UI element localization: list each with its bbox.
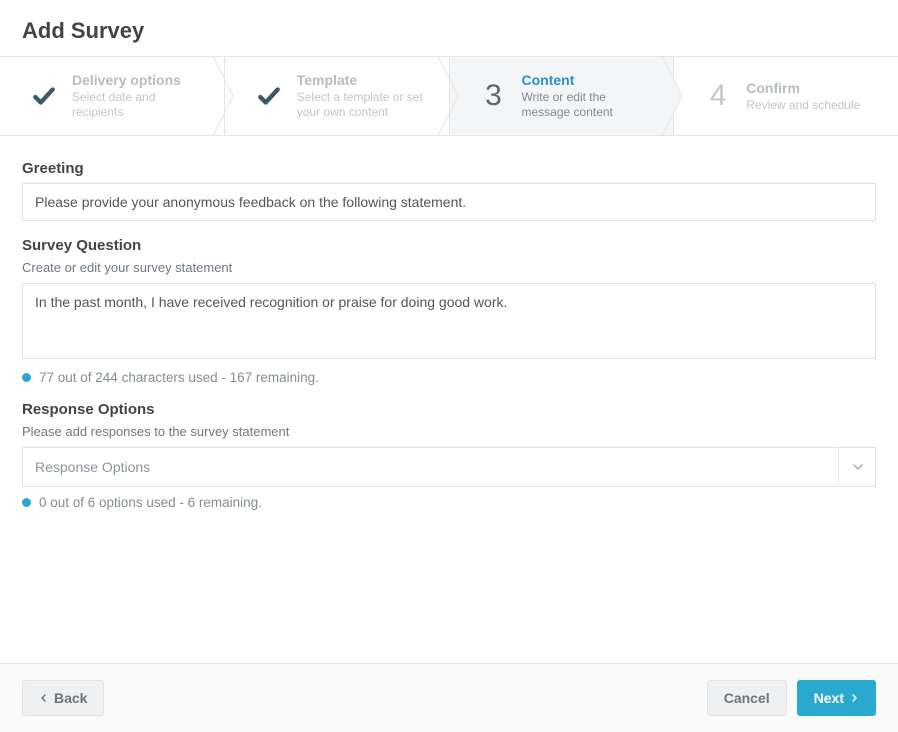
step-title: Confirm: [746, 80, 860, 96]
next-button-label: Next: [814, 690, 844, 706]
step-text: Confirm Review and schedule: [746, 80, 860, 113]
response-options-placeholder: Response Options: [35, 459, 150, 475]
step-content[interactable]: 3 Content Write or edit the message cont…: [450, 57, 675, 135]
step-subtitle: Write or edit the message content: [522, 90, 656, 120]
footer-right: Cancel Next: [707, 680, 876, 716]
cancel-button[interactable]: Cancel: [707, 680, 787, 716]
survey-question-help: Create or edit your survey statement: [22, 260, 876, 275]
chevron-right-icon: [850, 690, 859, 706]
step-template[interactable]: Template Select a template or set your o…: [225, 57, 450, 135]
check-icon: [251, 83, 287, 109]
question-counter-row: 77 out of 244 characters used - 167 rema…: [22, 370, 876, 385]
survey-question-label: Survey Question: [22, 237, 876, 254]
group-survey-question: Survey Question Create or edit your surv…: [22, 237, 876, 385]
question-counter: 77 out of 244 characters used - 167 rema…: [39, 370, 319, 385]
responses-counter: 0 out of 6 options used - 6 remaining.: [39, 495, 262, 510]
chevron-left-icon: [39, 690, 48, 706]
step-delivery-options[interactable]: Delivery options Select date and recipie…: [0, 57, 225, 135]
response-options-help: Please add responses to the survey state…: [22, 424, 876, 439]
page-title: Add Survey: [22, 18, 876, 44]
survey-question-textarea[interactable]: In the past month, I have received recog…: [22, 283, 876, 359]
step-text: Delivery options Select date and recipie…: [72, 72, 206, 120]
step-subtitle: Review and schedule: [746, 98, 860, 113]
response-options-select[interactable]: Response Options: [22, 447, 876, 487]
step-title: Template: [297, 72, 431, 88]
step-title: Delivery options: [72, 72, 206, 88]
page-header: Add Survey: [0, 0, 898, 56]
cancel-button-label: Cancel: [724, 690, 770, 706]
greeting-label: Greeting: [22, 160, 876, 177]
dot-icon: [22, 498, 31, 507]
step-text: Content Write or edit the message conten…: [522, 72, 656, 120]
step-subtitle: Select date and recipients: [72, 90, 206, 120]
page: Add Survey Delivery options Select date …: [0, 0, 898, 732]
response-options-label: Response Options: [22, 401, 876, 418]
step-number: 4: [700, 81, 736, 111]
step-number: 3: [476, 81, 512, 111]
dot-icon: [22, 373, 31, 382]
wizard-stepper: Delivery options Select date and recipie…: [0, 56, 898, 136]
step-title: Content: [522, 72, 656, 88]
step-confirm[interactable]: 4 Confirm Review and schedule: [674, 57, 898, 135]
form-body: Greeting Survey Question Create or edit …: [0, 136, 898, 663]
wizard-footer: Back Cancel Next: [0, 663, 898, 732]
group-response-options: Response Options Please add responses to…: [22, 401, 876, 510]
responses-counter-row: 0 out of 6 options used - 6 remaining.: [22, 495, 876, 510]
next-button[interactable]: Next: [797, 680, 876, 716]
back-button[interactable]: Back: [22, 680, 104, 716]
group-greeting: Greeting: [22, 160, 876, 221]
back-button-label: Back: [54, 690, 87, 706]
check-icon: [26, 83, 62, 109]
response-options-select-wrap: Response Options: [22, 447, 876, 487]
step-subtitle: Select a template or set your own conten…: [297, 90, 431, 120]
step-text: Template Select a template or set your o…: [297, 72, 431, 120]
greeting-input[interactable]: [22, 183, 876, 221]
